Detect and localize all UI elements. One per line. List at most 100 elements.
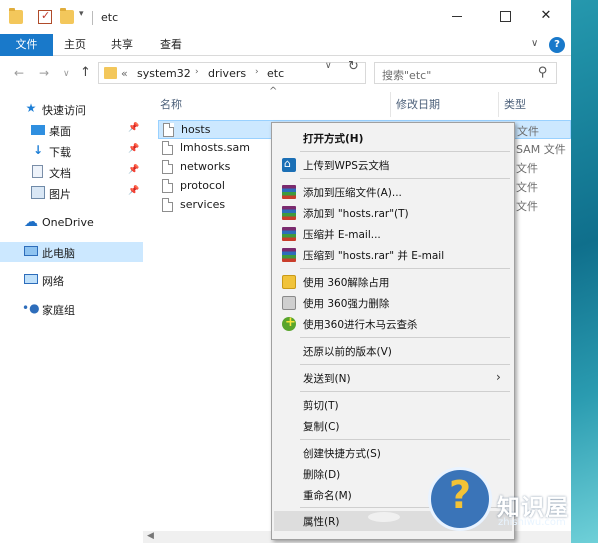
address-dropdown-icon[interactable]: ∨ xyxy=(325,61,332,71)
menu-item-label: 属性(R) xyxy=(303,516,340,528)
file-type: 文件 xyxy=(517,125,539,138)
new-folder-icon[interactable] xyxy=(60,8,74,24)
file-type: SAM 文件 xyxy=(516,143,566,156)
menu-item-restore-previous[interactable]: 还原以前的版本(V) xyxy=(274,341,512,361)
recent-locations-icon[interactable]: ∨ xyxy=(63,69,70,79)
menu-item-360-shred[interactable]: 使用 360强力删除 xyxy=(274,293,512,313)
search-placeholder: 搜索"etc" xyxy=(382,69,432,82)
scroll-left-icon[interactable]: ◀ xyxy=(147,531,154,541)
minimize-button[interactable] xyxy=(442,6,472,26)
sidebar-item-label: OneDrive xyxy=(42,216,94,229)
column-header-modified[interactable]: 修改日期 xyxy=(396,96,440,112)
desktop-icon xyxy=(31,125,45,135)
sidebar-item-pictures[interactable]: 图片 📌 xyxy=(0,183,143,203)
pin-icon[interactable]: 📌 xyxy=(128,123,139,133)
homegroup-icon: •● xyxy=(22,301,40,315)
menu-item-label: 压缩到 "hosts.rar" 并 E-mail xyxy=(303,250,445,262)
close-button[interactable]: ✕ xyxy=(531,6,561,26)
cloud-icon: ☁ xyxy=(24,214,38,230)
watermark-swoosh xyxy=(368,512,400,522)
menu-item-label: 添加到 "hosts.rar"(T) xyxy=(303,208,409,220)
menu-item-create-shortcut[interactable]: 创建快捷方式(S) xyxy=(274,443,512,463)
pin-icon[interactable]: 📌 xyxy=(128,186,139,196)
folder-icon xyxy=(9,8,23,24)
menu-item-add-to-archive[interactable]: 添加到压缩文件(A)... xyxy=(274,182,512,202)
sidebar-item-network[interactable]: 网络 xyxy=(0,270,143,290)
menu-item-compress-hosts-email[interactable]: 压缩到 "hosts.rar" 并 E-mail xyxy=(274,245,512,265)
menu-item-360-scan[interactable]: 使用360进行木马云查杀 xyxy=(274,314,512,334)
tab-home[interactable]: 主页 xyxy=(64,34,86,56)
menu-separator xyxy=(300,337,510,338)
breadcrumb-drivers[interactable]: drivers xyxy=(208,67,246,80)
help-icon[interactable]: ? xyxy=(549,37,565,53)
sidebar-item-onedrive[interactable]: ☁ OneDrive xyxy=(0,213,143,233)
forward-arrow-icon[interactable]: → xyxy=(39,66,49,80)
column-header-type[interactable]: 类型 xyxy=(504,96,526,112)
menu-separator xyxy=(300,178,510,179)
title-bar: ▾ etc ✕ xyxy=(0,0,571,34)
chevron-right-icon[interactable]: › xyxy=(255,67,259,77)
menu-item-compress-email[interactable]: 压缩并 E-mail... xyxy=(274,224,512,244)
sidebar-item-label: 此电脑 xyxy=(42,247,75,260)
navigation-pane: ★ 快速访问 桌面 📌 ↓ 下载 📌 文档 📌 图片 📌 ☁ OneDrive xyxy=(0,92,143,543)
winrar-icon xyxy=(282,206,296,220)
column-divider[interactable] xyxy=(498,92,499,117)
menu-item-label: 压缩并 E-mail... xyxy=(303,229,381,241)
maximize-button[interactable] xyxy=(490,6,520,26)
breadcrumb-etc[interactable]: etc xyxy=(267,67,284,80)
column-header-name[interactable]: 名称 xyxy=(160,96,182,112)
wps-cloud-icon xyxy=(282,157,296,172)
sidebar-item-label: 桌面 xyxy=(49,125,71,138)
menu-item-360-unlock[interactable]: 使用 360解除占用 xyxy=(274,272,512,292)
search-box[interactable]: 搜索"etc" ⚲ xyxy=(374,62,557,84)
file-type: 文件 xyxy=(516,181,538,194)
tab-view[interactable]: 查看 xyxy=(160,34,182,56)
breadcrumb-system32[interactable]: system32 xyxy=(137,67,191,80)
scan-360-icon xyxy=(282,315,296,331)
search-icon[interactable]: ⚲ xyxy=(538,65,548,80)
sidebar-item-desktop[interactable]: 桌面 📌 xyxy=(0,120,143,140)
unlock-360-icon xyxy=(282,275,296,289)
watermark-logo: ? xyxy=(428,467,492,531)
file-icon xyxy=(163,123,174,137)
pin-icon[interactable]: 📌 xyxy=(128,144,139,154)
refresh-icon[interactable]: ↻ xyxy=(348,59,359,74)
menu-item-label: 使用360进行木马云查杀 xyxy=(303,319,418,331)
menu-item-cut[interactable]: 剪切(T) xyxy=(274,395,512,415)
sidebar-item-label: 文档 xyxy=(49,167,71,180)
pin-icon[interactable]: 📌 xyxy=(128,165,139,175)
shred-360-icon xyxy=(282,296,296,310)
column-divider[interactable] xyxy=(390,92,391,117)
menu-item-send-to[interactable]: 发送到(N) › xyxy=(274,368,512,388)
quick-access-dropdown-icon[interactable]: ▾ xyxy=(79,9,84,19)
back-arrow-icon[interactable]: ← xyxy=(14,66,24,80)
properties-check-icon[interactable] xyxy=(38,9,52,24)
window-title: etc xyxy=(101,11,119,24)
file-icon xyxy=(162,179,173,193)
chevron-right-icon[interactable]: › xyxy=(195,67,199,77)
breadcrumb-overflow[interactable]: « xyxy=(121,67,128,80)
menu-separator xyxy=(300,364,510,365)
up-arrow-icon[interactable]: ↑ xyxy=(80,65,91,80)
sidebar-item-label: 家庭组 xyxy=(42,304,75,317)
menu-item-copy[interactable]: 复制(C) xyxy=(274,416,512,436)
menu-item-open-with[interactable]: 打开方式(H) xyxy=(274,128,512,148)
expand-ribbon-icon[interactable]: ∨ xyxy=(531,38,538,52)
sidebar-item-homegroup[interactable]: •● 家庭组 xyxy=(0,299,143,319)
file-icon xyxy=(162,198,173,212)
sidebar-item-quick-access[interactable]: ★ 快速访问 xyxy=(0,99,143,119)
sidebar-item-label: 图片 xyxy=(49,188,71,201)
file-name: protocol xyxy=(180,179,225,192)
file-icon xyxy=(162,160,173,174)
sidebar-item-downloads[interactable]: ↓ 下载 📌 xyxy=(0,141,143,161)
tab-share[interactable]: 共享 xyxy=(111,34,133,56)
tab-file[interactable]: 文件 xyxy=(0,34,53,56)
title-separator xyxy=(92,11,93,25)
file-name: services xyxy=(180,198,226,211)
menu-separator xyxy=(300,151,510,152)
sidebar-item-this-pc[interactable]: 此电脑 xyxy=(0,242,143,262)
sidebar-item-documents[interactable]: 文档 📌 xyxy=(0,162,143,182)
menu-item-add-to-hosts-rar[interactable]: 添加到 "hosts.rar"(T) xyxy=(274,203,512,223)
star-icon: ★ xyxy=(25,101,37,115)
menu-item-upload-wps[interactable]: 上传到WPS云文档 xyxy=(274,155,512,175)
